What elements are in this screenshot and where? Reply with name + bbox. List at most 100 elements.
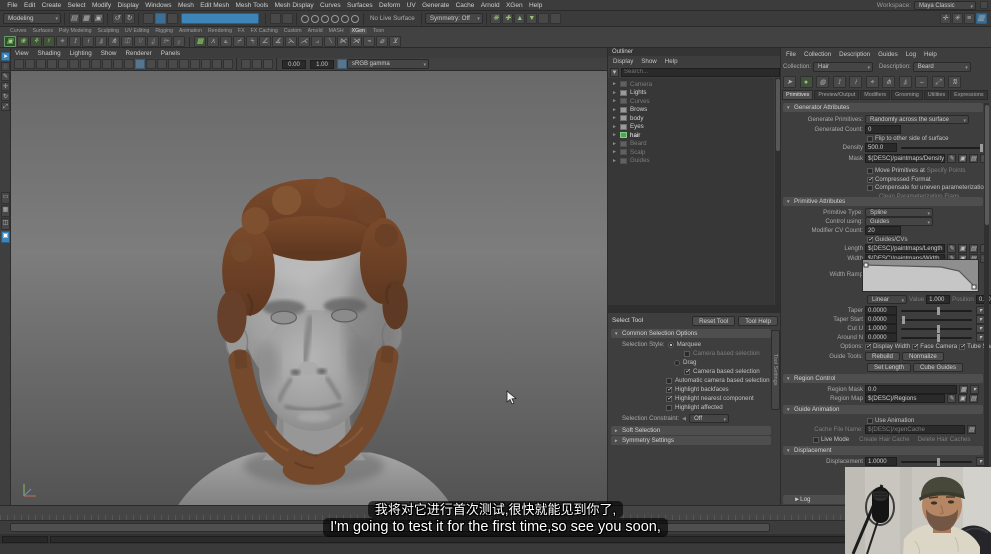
create-hair-cache-link[interactable]: Create Hair Cache: [859, 436, 909, 443]
xgen-create-description-icon[interactable]: ❋: [490, 13, 502, 24]
menu-item[interactable]: Create: [38, 2, 64, 9]
xgen-flip-icon[interactable]: ⇅: [948, 75, 961, 88]
screen-space-ao-icon[interactable]: [189, 59, 200, 69]
field-chart-icon[interactable]: [112, 59, 123, 69]
tool-help-button[interactable]: Tool Help: [738, 315, 778, 326]
menu-item[interactable]: XGen: [503, 2, 526, 9]
grid-icon[interactable]: [68, 59, 79, 69]
xgen-menu-item[interactable]: File: [786, 51, 796, 58]
ipr-render-icon[interactable]: [311, 14, 319, 23]
shelf-tab[interactable]: Animation: [179, 28, 202, 34]
tab-utilities[interactable]: Utilities: [923, 90, 950, 100]
gate-mask-icon[interactable]: [101, 59, 112, 69]
shelf-icon[interactable]: ⍋: [95, 36, 107, 47]
shelf-tab[interactable]: Curves: [10, 28, 26, 34]
xgen-clear-preview-icon[interactable]: ◍: [816, 75, 829, 88]
taper-field[interactable]: 0.0000: [865, 306, 897, 315]
map-menu-icon[interactable]: ▾: [970, 385, 979, 394]
shelf-icon[interactable]: ⟓: [311, 36, 323, 47]
time-slider[interactable]: [0, 505, 991, 520]
xray-joints-icon[interactable]: [262, 59, 273, 69]
shelf-tab[interactable]: Toon: [373, 28, 384, 34]
guides-cv-checkbox[interactable]: ✓: [867, 236, 873, 243]
snap-to-grid-icon[interactable]: [142, 13, 154, 24]
light-editor-icon[interactable]: [341, 14, 349, 23]
select-camera-icon[interactable]: [13, 59, 24, 69]
outliner-menu-item[interactable]: Help: [665, 58, 678, 65]
menu-item[interactable]: Cache: [452, 2, 477, 9]
section-soft-selection[interactable]: Soft Selection: [611, 426, 771, 435]
shelf-icon[interactable]: ⊻: [389, 36, 401, 47]
isolate-select-icon[interactable]: [240, 59, 251, 69]
menu-item[interactable]: Windows: [142, 2, 175, 9]
viewport-canvas[interactable]: [11, 71, 607, 505]
menu-item[interactable]: Mesh Tools: [232, 2, 271, 9]
shelf-icon[interactable]: ⍙: [147, 36, 159, 47]
image-plane-icon[interactable]: [57, 59, 68, 69]
grid-toggle-icon[interactable]: [550, 13, 562, 24]
gamma-field[interactable]: 1.00: [310, 59, 334, 69]
menu-item[interactable]: Generate: [419, 2, 452, 9]
menu-item[interactable]: Select: [64, 2, 88, 9]
selection-mask-field[interactable]: [181, 13, 259, 24]
generate-primitives-dropdown[interactable]: Randomly across the surface: [865, 115, 969, 125]
outliner-item-label[interactable]: Curves: [630, 98, 650, 105]
around-n-slider[interactable]: [901, 333, 972, 342]
shelf-icon[interactable]: ⋏: [207, 36, 219, 47]
shelf-tab-xgen-active[interactable]: XGen: [349, 28, 367, 34]
section-primitive-attributes[interactable]: Primitive Attributes: [783, 197, 983, 206]
layout-current-icon[interactable]: ▣: [1, 231, 10, 243]
display-width-checkbox[interactable]: ✓: [865, 343, 871, 350]
shelf-tab[interactable]: Sculpting: [98, 28, 119, 34]
outliner-scrollbar[interactable]: [775, 78, 780, 308]
collection-dropdown[interactable]: Hair: [813, 61, 874, 73]
layout-four-pane-icon[interactable]: ▦: [1, 205, 10, 217]
drag-radio[interactable]: [674, 359, 680, 366]
primitive-type-dropdown[interactable]: Spline: [865, 208, 933, 218]
flip-surface-checkbox[interactable]: [867, 135, 873, 142]
filter-icon[interactable]: ▼: [610, 67, 619, 77]
specify-points-link[interactable]: Specify Points: [927, 167, 966, 174]
menu-item[interactable]: File: [4, 2, 21, 9]
viewport-menu-item[interactable]: Renderer: [125, 50, 151, 57]
shelf-tab[interactable]: MASH: [329, 28, 344, 34]
shelf-icon[interactable]: ⌲: [160, 36, 172, 47]
bookmark-icon[interactable]: [46, 59, 57, 69]
shelf-tab[interactable]: FX: [238, 28, 245, 34]
xgen-menu-item[interactable]: Description: [839, 51, 870, 58]
shelf-tab[interactable]: Surfaces: [32, 28, 52, 34]
open-scene-icon[interactable]: ▦: [80, 13, 92, 24]
xgen-menu-item[interactable]: Collection: [804, 51, 831, 58]
xgen-select-tool-icon[interactable]: ➤: [783, 75, 796, 88]
shelf-tab[interactable]: FX Caching: [251, 28, 278, 34]
outliner-item-label[interactable]: Camera: [630, 81, 652, 88]
outliner-item-label-selected[interactable]: hair: [630, 132, 640, 139]
range-slider[interactable]: [0, 520, 991, 534]
viewport-menu-item[interactable]: Shading: [38, 50, 61, 57]
shelf-icon[interactable]: ⚘: [30, 36, 42, 47]
resolution-gate-icon[interactable]: [90, 59, 101, 69]
view-transform-dropdown[interactable]: sRGB gamma: [347, 59, 429, 70]
xgen-add-collection-icon[interactable]: ✚: [502, 13, 514, 24]
wireframe-icon[interactable]: [134, 59, 145, 69]
control-using-dropdown[interactable]: Guides: [865, 217, 933, 227]
cut-u-field[interactable]: 1.0000: [865, 324, 897, 333]
region-map-field[interactable]: $(DESC)/Regions: [865, 394, 945, 403]
save-map-icon[interactable]: ▣: [958, 394, 967, 403]
section-guide-animation[interactable]: Guide Animation: [783, 405, 983, 414]
outliner-item-label[interactable]: Lights: [630, 89, 647, 96]
description-dropdown[interactable]: Beard: [912, 61, 971, 73]
layout-single-pane-icon[interactable]: ▭: [1, 192, 10, 204]
normalize-button[interactable]: Normalize: [901, 352, 944, 361]
live-surface-status[interactable]: No Live Surface: [367, 15, 418, 22]
load-map-icon[interactable]: ▤: [969, 244, 978, 253]
menu-item[interactable]: Deform: [376, 2, 404, 9]
scale-tool-icon[interactable]: ⤢: [1, 102, 10, 111]
xgen-menu-item[interactable]: Help: [924, 51, 937, 58]
render-view-icon[interactable]: [351, 14, 359, 23]
xgen-export-icon[interactable]: ▲: [514, 13, 526, 24]
density-field[interactable]: 500.0: [865, 143, 897, 152]
camera-based-checkbox-2[interactable]: ✓: [684, 368, 690, 375]
render-icon[interactable]: [301, 14, 309, 23]
select-tool-icon[interactable]: ➤: [1, 52, 10, 61]
